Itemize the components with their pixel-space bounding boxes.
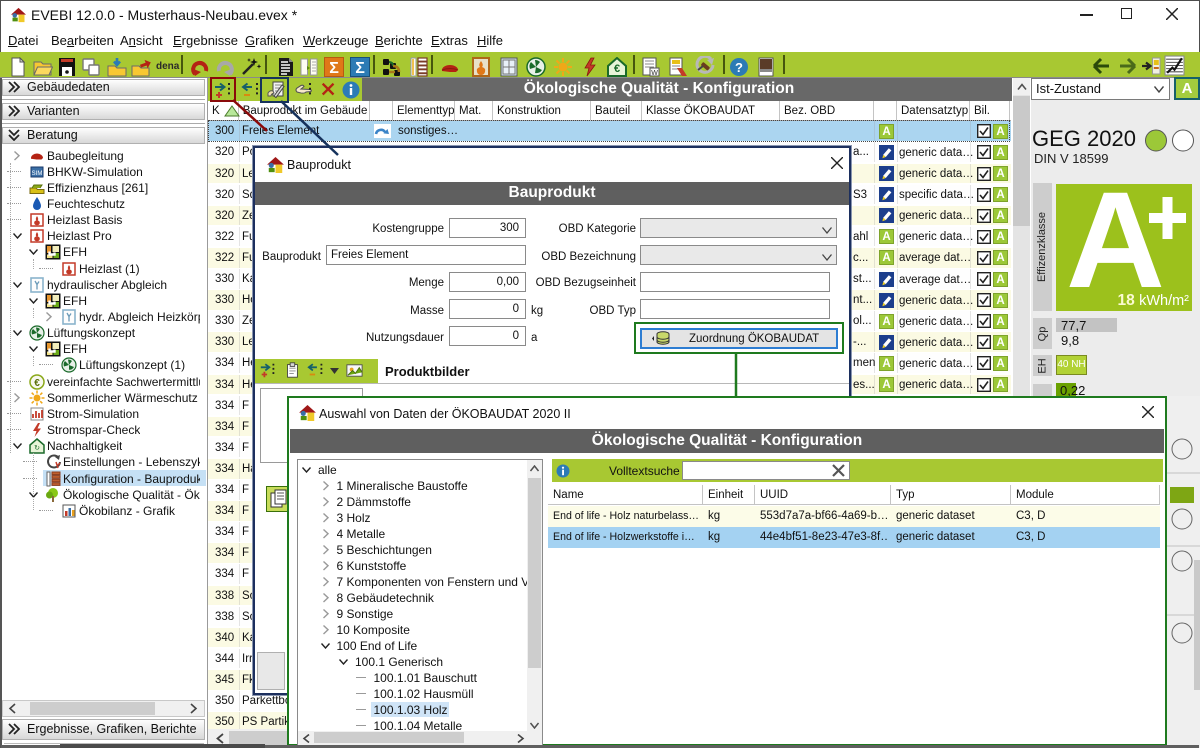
svg-text:W: W (651, 70, 658, 77)
svg-text:Σ: Σ (355, 60, 365, 77)
svg-text:Σ: Σ (329, 60, 339, 77)
svg-text:?: ? (735, 60, 743, 75)
svg-text:€: € (614, 63, 620, 75)
svg-text:SIM: SIM (32, 171, 43, 177)
svg-text:€: € (34, 378, 40, 389)
svg-text:↻: ↻ (34, 445, 40, 452)
